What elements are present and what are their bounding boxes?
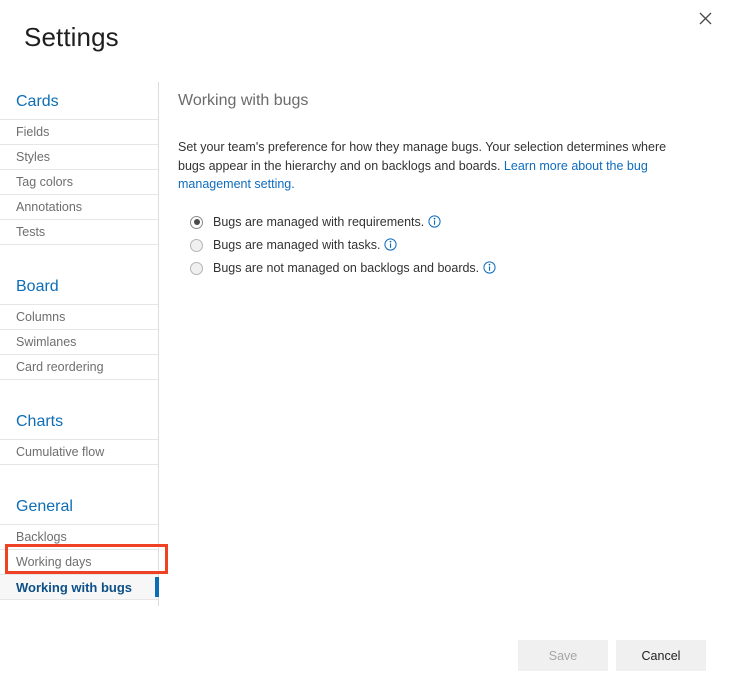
- sidebar-item-fields[interactable]: Fields: [0, 120, 158, 145]
- cancel-button[interactable]: Cancel: [616, 640, 706, 671]
- sidebar-item-cumulative-flow[interactable]: Cumulative flow: [0, 440, 158, 465]
- dialog-footer: Save Cancel: [0, 640, 730, 698]
- radio-option-label: Bugs are managed with tasks.: [213, 238, 380, 252]
- page-title: Settings: [24, 21, 119, 53]
- sidebar-item-tests[interactable]: Tests: [0, 220, 158, 245]
- radio-option-label: Bugs are not managed on backlogs and boa…: [213, 261, 479, 275]
- sidebar-item-working-days[interactable]: Working days: [0, 550, 158, 575]
- sidebar-item-label: Working with bugs: [16, 580, 132, 595]
- save-button[interactable]: Save: [518, 640, 608, 671]
- sidebar-group-header-general: General: [0, 485, 158, 525]
- sidebar-item-annotations[interactable]: Annotations: [0, 195, 158, 220]
- radio-option-0[interactable]: Bugs are managed with requirements.: [190, 212, 678, 233]
- sidebar-item-label: Cumulative flow: [16, 445, 104, 459]
- close-button[interactable]: [688, 3, 722, 33]
- sidebar-item-label: Working days: [16, 555, 92, 569]
- sidebar-group-header-charts: Charts: [0, 400, 158, 440]
- dialog-header: Settings: [0, 0, 730, 80]
- radio-option-2[interactable]: Bugs are not managed on backlogs and boa…: [190, 258, 678, 279]
- sidebar-group-gap: [0, 380, 158, 400]
- radio-button-icon[interactable]: [190, 262, 203, 275]
- radio-button-icon[interactable]: [190, 216, 203, 229]
- panel-description: Set your team's preference for how they …: [178, 138, 674, 194]
- panel-title: Working with bugs: [178, 90, 678, 112]
- sidebar-item-tag-colors[interactable]: Tag colors: [0, 170, 158, 195]
- bug-management-radio-group: Bugs are managed with requirements. Bugs …: [190, 212, 678, 279]
- sidebar-item-label: Tag colors: [16, 175, 73, 189]
- sidebar-group-header-cards: Cards: [0, 82, 158, 120]
- sidebar-group-header-board: Board: [0, 265, 158, 305]
- sidebar-item-columns[interactable]: Columns: [0, 305, 158, 330]
- sidebar-item-label: Card reordering: [16, 360, 104, 374]
- info-icon[interactable]: [384, 238, 397, 251]
- sidebar-item-label: Annotations: [16, 200, 82, 214]
- sidebar-item-label: Tests: [16, 225, 45, 239]
- radio-option-1[interactable]: Bugs are managed with tasks.: [190, 235, 678, 256]
- radio-option-label-wrap: Bugs are managed with tasks.: [213, 236, 397, 254]
- settings-sidebar: Cards Fields Styles Tag colors Annotations Te…: [0, 82, 159, 606]
- radio-option-label-wrap: Bugs are not managed on backlogs and boa…: [213, 259, 496, 277]
- close-icon: [699, 12, 712, 25]
- info-icon[interactable]: [428, 215, 441, 228]
- radio-option-label: Bugs are managed with requirements.: [213, 215, 424, 229]
- radio-option-label-wrap: Bugs are managed with requirements.: [213, 213, 441, 231]
- sidebar-item-label: Swimlanes: [16, 335, 76, 349]
- sidebar-item-card-reordering[interactable]: Card reordering: [0, 355, 158, 380]
- sidebar-item-label: Backlogs: [16, 530, 67, 544]
- radio-button-icon[interactable]: [190, 239, 203, 252]
- settings-main-panel: Working with bugs Set your team's prefer…: [178, 90, 678, 281]
- sidebar-selected-accent-bar: [155, 577, 159, 597]
- info-icon[interactable]: [483, 261, 496, 274]
- sidebar-item-label: Fields: [16, 125, 49, 139]
- sidebar-item-label: Columns: [16, 310, 65, 324]
- sidebar-item-backlogs[interactable]: Backlogs: [0, 525, 158, 550]
- sidebar-group-gap: [0, 245, 158, 265]
- sidebar-item-styles[interactable]: Styles: [0, 145, 158, 170]
- sidebar-group-gap: [0, 465, 158, 485]
- sidebar-item-working-with-bugs[interactable]: Working with bugs: [0, 575, 158, 600]
- sidebar-item-label: Styles: [16, 150, 50, 164]
- sidebar-item-swimlanes[interactable]: Swimlanes: [0, 330, 158, 355]
